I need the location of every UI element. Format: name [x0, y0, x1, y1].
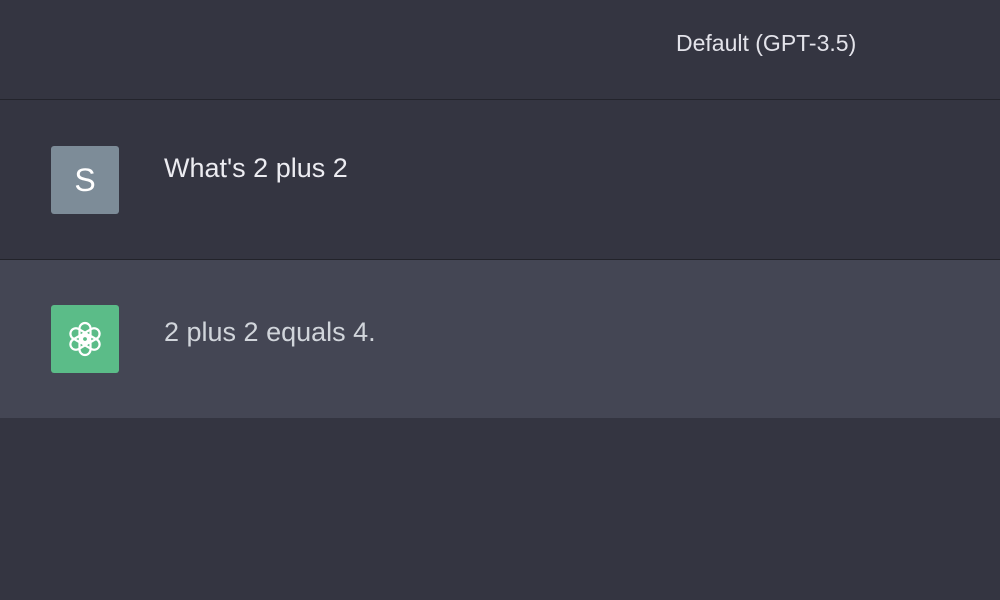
user-message-text: What's 2 plus 2 — [164, 153, 348, 183]
assistant-message-row: 2 plus 2 equals 4. — [0, 260, 1000, 418]
user-avatar: S — [51, 146, 119, 214]
top-bar: Default (GPT-3.5) — [0, 0, 1000, 100]
assistant-avatar — [51, 305, 119, 373]
chat-page: Default (GPT-3.5) S What's 2 plus 2 2 pl… — [0, 0, 1000, 600]
model-label[interactable]: Default (GPT-3.5) — [676, 30, 856, 57]
user-avatar-letter: S — [74, 161, 96, 198]
user-message-row: S What's 2 plus 2 — [0, 101, 1000, 260]
assistant-message-text: 2 plus 2 equals 4. — [164, 317, 376, 347]
openai-logo-icon — [69, 321, 101, 357]
